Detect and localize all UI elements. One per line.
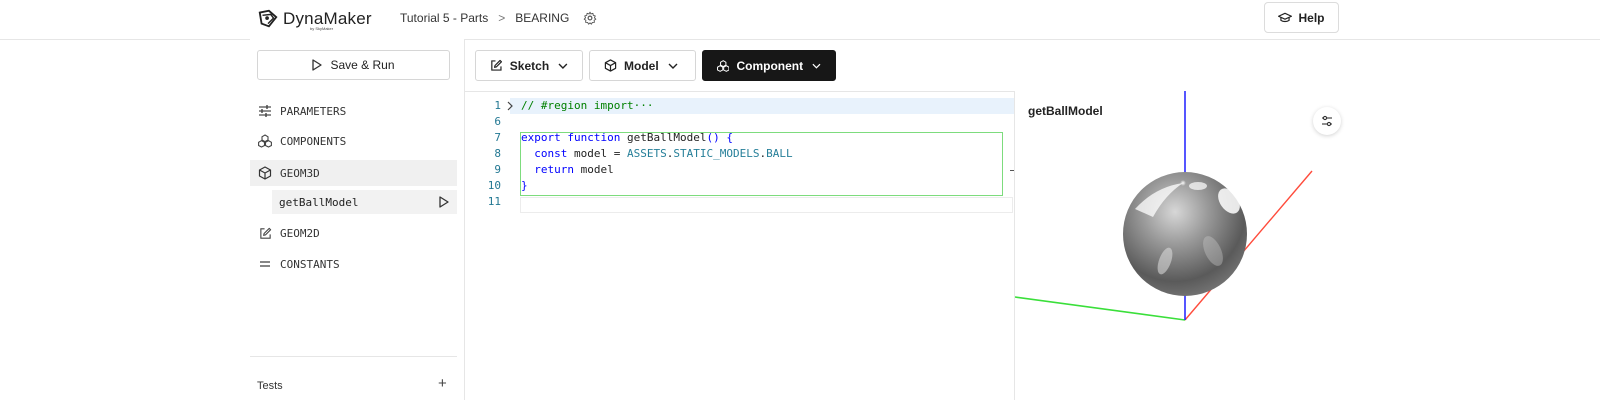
code-token: return	[534, 163, 574, 176]
sidebar-item-label: COMPONENTS	[280, 134, 347, 148]
equals-icon	[258, 257, 272, 271]
sidebar-subitem-getballmodel[interactable]: getBallModel	[272, 190, 457, 214]
code-line[interactable]: 11	[465, 194, 1015, 210]
code-text: // #region import···	[521, 98, 653, 114]
z-axis	[1015, 296, 1186, 321]
sidebar-item-label: GEOM2D	[280, 226, 320, 240]
chevron-down-icon	[668, 63, 678, 69]
logo-subtext: by SkyMaker	[310, 26, 334, 31]
ball-model[interactable]	[1123, 172, 1247, 296]
code-line[interactable]: 8 const model = ASSETS.STATIC_MODELS.BAL…	[465, 146, 1015, 162]
sketch-dropdown[interactable]: Sketch	[475, 50, 583, 81]
view-settings-button[interactable]	[1313, 107, 1341, 135]
sidebar-item-geom3d[interactable]: GEOM3D	[250, 160, 457, 186]
code-line[interactable]: 1 // #region import···	[465, 98, 1015, 114]
sidebar-item-parameters[interactable]: PARAMETERS	[250, 98, 457, 124]
code-text: const model = ASSETS.STATIC_MODELS.BALL	[521, 146, 793, 162]
sketch-label: Sketch	[509, 58, 550, 73]
cube-icon	[258, 166, 272, 180]
sidebar-item-label: CONSTANTS	[280, 257, 340, 271]
code-line[interactable]: 7 export function getBallModel() {	[465, 130, 1015, 146]
code-line[interactable]: 6	[465, 114, 1015, 130]
sidebar-item-label: GEOM3D	[280, 166, 320, 180]
line-number: 6	[494, 115, 501, 128]
line-number: 11	[487, 195, 501, 208]
breadcrumb: Tutorial 5 - Parts > BEARING	[400, 11, 597, 25]
breadcrumb-project[interactable]: Tutorial 5 - Parts	[400, 11, 488, 25]
code-text: export function getBallModel() {	[521, 130, 733, 146]
settings-sliders-icon	[1322, 115, 1332, 127]
tests-divider	[250, 356, 457, 357]
3d-viewer[interactable]	[1015, 91, 1350, 400]
code-token: () {	[706, 131, 733, 144]
top-bar	[0, 0, 1600, 40]
edit-icon	[258, 226, 272, 240]
sketch-icon	[491, 59, 503, 71]
code-token: export	[521, 131, 561, 144]
dynamaker-logo[interactable]: DynaMaker by SkyMaker	[257, 6, 372, 32]
code-token: ···	[633, 99, 654, 112]
code-token: const	[534, 147, 568, 160]
line-number: 8	[494, 147, 501, 160]
code-line[interactable]: 9 return model	[465, 162, 1015, 178]
line-number: 1	[494, 99, 501, 112]
sidebar-item-constants[interactable]: CONSTANTS	[250, 251, 457, 277]
subitem-label: getBallModel	[279, 195, 359, 209]
model-label: Model	[624, 58, 659, 73]
code-token: STATIC_MODELS	[673, 147, 760, 160]
graduation-cap-icon	[1278, 12, 1293, 22]
cube-icon	[604, 59, 617, 72]
help-label: Help	[1298, 10, 1325, 25]
line-number: 7	[494, 131, 501, 144]
component-label: Component	[736, 58, 804, 73]
chevron-down-icon	[558, 63, 568, 69]
components-icon	[258, 134, 272, 148]
code-token: model	[574, 163, 614, 176]
gear-icon[interactable]	[583, 11, 597, 25]
viewer-title: getBallModel	[1028, 104, 1103, 118]
component-dropdown[interactable]: Component	[702, 50, 836, 81]
code-token: // #region import	[521, 99, 634, 112]
code-token: model =	[567, 147, 627, 160]
play-icon	[312, 59, 323, 71]
code-text: }	[521, 178, 528, 194]
line-number: 9	[494, 163, 501, 176]
save-and-run-button[interactable]: Save & Run	[257, 50, 450, 80]
line-number: 10	[487, 179, 501, 192]
sidebar-item-components[interactable]: COMPONENTS	[250, 128, 457, 154]
add-test-icon[interactable]: +	[438, 375, 447, 392]
run-function-icon[interactable]	[439, 196, 449, 208]
tests-label: Tests	[257, 380, 283, 392]
sidebar-item-geom2d[interactable]: GEOM2D	[250, 220, 457, 246]
code-editor[interactable]: 1 // #region import··· 6 7 export function g…	[465, 98, 1015, 218]
save-and-run-label: Save & Run	[330, 58, 395, 72]
code-text: return model	[521, 162, 614, 178]
3d-scene[interactable]	[1015, 91, 1350, 400]
code-token: }	[521, 179, 528, 192]
logo-icon	[258, 9, 278, 28]
breadcrumb-separator: >	[498, 11, 506, 25]
code-token: getBallModel	[620, 131, 707, 144]
model-dropdown[interactable]: Model	[589, 50, 696, 81]
code-line[interactable]: 10}	[465, 178, 1015, 194]
breadcrumb-component[interactable]: BEARING	[515, 11, 569, 25]
sliders-icon	[258, 104, 272, 118]
code-token: BALL	[766, 147, 793, 160]
help-button[interactable]: Help	[1264, 2, 1339, 33]
code-token: function	[567, 131, 621, 144]
sidebar-item-label: PARAMETERS	[280, 104, 347, 118]
code-token: ASSETS	[626, 147, 667, 160]
chevron-down-icon	[812, 63, 821, 69]
components-icon	[717, 59, 730, 72]
